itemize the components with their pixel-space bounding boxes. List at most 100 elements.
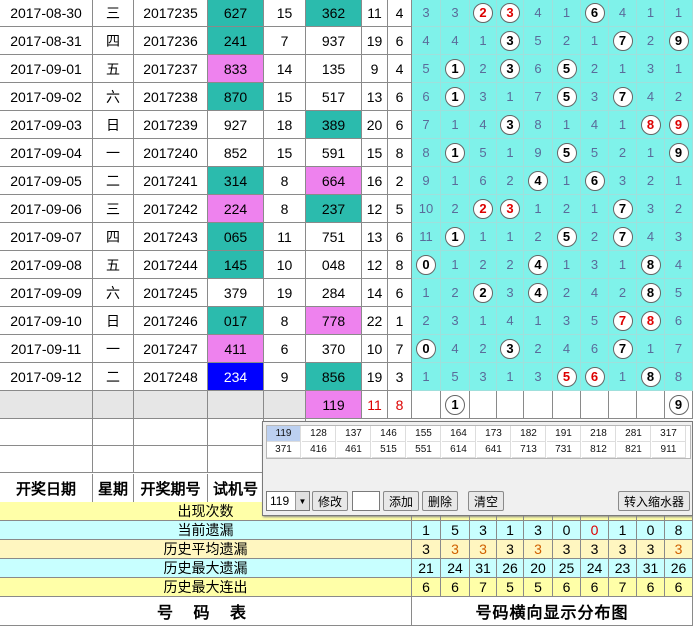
dist-ball: 3 bbox=[500, 58, 520, 79]
dist-cell: 6 bbox=[524, 55, 553, 83]
grid-number[interactable]: 371 bbox=[267, 442, 301, 458]
predict-dist-cell bbox=[609, 391, 637, 419]
grid-number[interactable]: 218 bbox=[582, 426, 616, 442]
row-span: 15 bbox=[264, 139, 306, 167]
row-trial-number: 314 bbox=[208, 167, 264, 195]
grid-number[interactable]: 911 bbox=[652, 442, 686, 458]
dist-cell: 2 bbox=[497, 251, 524, 279]
dist-cell: 2 bbox=[441, 279, 470, 307]
grid-number[interactable]: 281 bbox=[617, 426, 651, 442]
dist-cell: 1 bbox=[441, 223, 470, 251]
grid-number[interactable]: 641 bbox=[477, 442, 511, 458]
dist-cell: 5 bbox=[665, 279, 693, 307]
dist-cell: 6 bbox=[470, 167, 497, 195]
stat-value: 0 bbox=[581, 521, 609, 540]
row-trial-number: 833 bbox=[208, 55, 264, 83]
grid-number[interactable]: 155 bbox=[407, 426, 441, 442]
dist-cell: 2 bbox=[412, 307, 441, 335]
grid-number[interactable]: 137 bbox=[337, 426, 371, 442]
row-trial-number: 145 bbox=[208, 251, 264, 279]
clear-button[interactable]: 清空 bbox=[468, 491, 504, 511]
stat-value: 5 bbox=[441, 521, 470, 540]
dist-cell: 1 bbox=[497, 83, 524, 111]
row-date: 2017-09-03 bbox=[0, 111, 93, 139]
grid-number[interactable]: 515 bbox=[372, 442, 406, 458]
row-trial-number: 870 bbox=[208, 83, 264, 111]
row-span: 8 bbox=[264, 307, 306, 335]
dist-cell: 3 bbox=[497, 0, 524, 27]
dist-cell: 1 bbox=[553, 111, 581, 139]
number-select[interactable]: 119 ▼ bbox=[266, 491, 310, 511]
row-draw-number: 284 bbox=[306, 279, 362, 307]
dist-cell: 3 bbox=[524, 363, 553, 391]
dist-cell: 4 bbox=[524, 279, 553, 307]
grid-number[interactable]: 416 bbox=[302, 442, 336, 458]
dist-cell: 1 bbox=[637, 139, 665, 167]
predict-empty bbox=[0, 391, 93, 419]
row-date: 2017-09-09 bbox=[0, 279, 93, 307]
grid-number[interactable]: 173 bbox=[477, 426, 511, 442]
dist-cell: 8 bbox=[412, 139, 441, 167]
row-span: 19 bbox=[264, 279, 306, 307]
row-span: 7 bbox=[264, 27, 306, 55]
dist-cell: 5 bbox=[553, 363, 581, 391]
grid-number[interactable]: 164 bbox=[442, 426, 476, 442]
dist-cell: 5 bbox=[581, 307, 609, 335]
row-weekday: 二 bbox=[93, 167, 134, 195]
dist-cell: 4 bbox=[441, 335, 470, 363]
row-date: 2017-09-05 bbox=[0, 167, 93, 195]
row-n: 6 bbox=[388, 223, 412, 251]
stat-value: 1 bbox=[609, 521, 637, 540]
row-sum: 19 bbox=[362, 27, 388, 55]
dist-ball: 2 bbox=[473, 282, 493, 303]
row-date: 2017-09-11 bbox=[0, 335, 93, 363]
dist-ball: 5 bbox=[556, 142, 577, 163]
dist-cell: 9 bbox=[524, 139, 553, 167]
delete-button[interactable]: 删除 bbox=[422, 491, 458, 511]
dist-cell: 1 bbox=[441, 55, 470, 83]
dist-ball: 1 bbox=[445, 226, 465, 247]
grid-number[interactable]: 812 bbox=[582, 442, 616, 458]
row-draw-number: 751 bbox=[306, 223, 362, 251]
blank-cell bbox=[93, 419, 134, 446]
grid-number[interactable]: 713 bbox=[512, 442, 546, 458]
number-select-value: 119 bbox=[270, 494, 290, 508]
row-draw-number: 048 bbox=[306, 251, 362, 279]
row-n: 8 bbox=[388, 139, 412, 167]
dist-ball: 8 bbox=[640, 282, 661, 303]
dist-cell: 3 bbox=[609, 167, 637, 195]
dist-cell: 2 bbox=[470, 55, 497, 83]
row-draw-number: 591 bbox=[306, 139, 362, 167]
grid-number[interactable]: 191 bbox=[547, 426, 581, 442]
dist-cell: 7 bbox=[609, 223, 637, 251]
stat-value: 3 bbox=[441, 540, 470, 559]
grid-number[interactable]: 551 bbox=[407, 442, 441, 458]
number-grid: 119 128 137 146 155 164 173 182 191 218 281 317 371 4… bbox=[266, 425, 691, 459]
grid-number[interactable]: 119 bbox=[267, 426, 301, 442]
chevron-down-icon[interactable]: ▼ bbox=[295, 492, 309, 510]
stat-value: 6 bbox=[412, 578, 441, 597]
lottery-analysis-window: 2017-08-30 三 2017235 627 15 362 11 4 3 3 2 3 4 1 6 4 1 1 2… bbox=[0, 0, 693, 626]
grid-number[interactable]: 731 bbox=[547, 442, 581, 458]
grid-number[interactable]: 614 bbox=[442, 442, 476, 458]
dist-cell: 1 bbox=[497, 223, 524, 251]
dist-cell: 2 bbox=[553, 279, 581, 307]
add-button[interactable]: 添加 bbox=[383, 491, 419, 511]
grid-number[interactable]: 317 bbox=[652, 426, 686, 442]
grid-number[interactable]: 128 bbox=[302, 426, 336, 442]
dist-cell: 4 bbox=[637, 223, 665, 251]
grid-number[interactable]: 146 bbox=[372, 426, 406, 442]
row-issue: 2017240 bbox=[134, 139, 208, 167]
grid-number[interactable]: 461 bbox=[337, 442, 371, 458]
row-trial-number: 379 bbox=[208, 279, 264, 307]
modify-button[interactable]: 修改 bbox=[312, 491, 348, 511]
grid-number[interactable]: 182 bbox=[512, 426, 546, 442]
dist-cell: 1 bbox=[609, 251, 637, 279]
row-date: 2017-09-12 bbox=[0, 363, 93, 391]
row-issue: 2017238 bbox=[134, 83, 208, 111]
stat-value: 20 bbox=[524, 559, 553, 578]
shrink-transfer-button[interactable]: 转入缩水器 bbox=[618, 491, 690, 511]
grid-number[interactable]: 821 bbox=[617, 442, 651, 458]
number-input[interactable] bbox=[352, 491, 380, 511]
dist-cell: 1 bbox=[412, 363, 441, 391]
